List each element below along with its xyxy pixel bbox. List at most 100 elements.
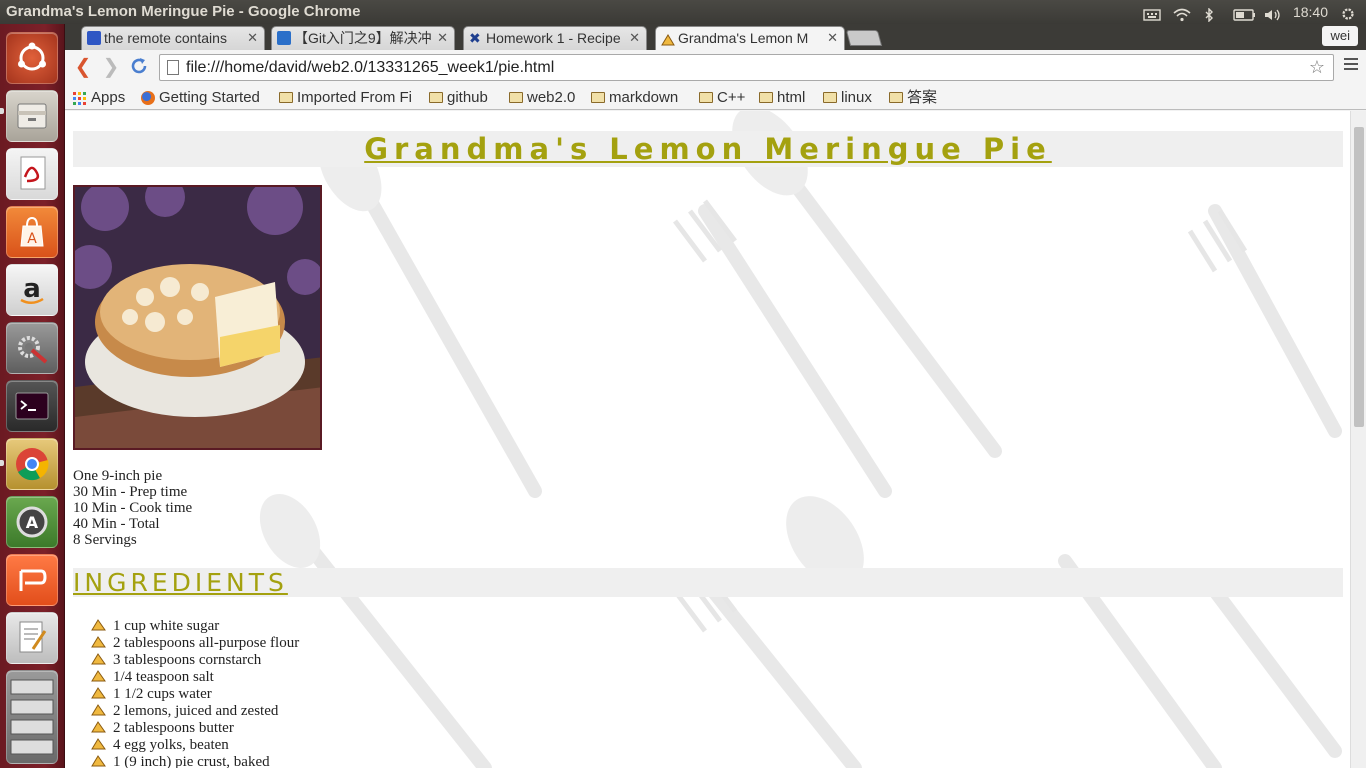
homework-icon: ✖ [469,30,481,46]
folder-icon [823,92,837,103]
bookmark-star-icon[interactable]: ☆ [1309,55,1325,80]
tab-grandmas-pie[interactable]: Grandma's Lemon M ✕ [655,26,845,50]
window-title: Grandma's Lemon Meringue Pie - Google Ch… [6,3,361,20]
folder-icon [429,92,443,103]
svg-text:a: a [23,274,41,304]
bookmark-imported[interactable]: Imported From Fi [277,86,412,110]
stat-cook-time: 10 Min - Cook time [73,500,193,516]
bookmark-markdown[interactable]: markdown [589,86,678,110]
ubuntu-dash-icon[interactable] [6,32,58,84]
list-item: 2 tablespoons all-purpose flour [89,635,299,652]
pie-bullet-icon [91,721,106,733]
scrollbar-thumb[interactable] [1354,127,1364,427]
bookmark-cpp[interactable]: C++ [697,86,745,110]
list-item: 1 1/2 cups water [89,686,299,703]
folder-icon [509,92,523,103]
profile-button[interactable]: wei [1322,26,1358,46]
svg-text:A: A [27,231,37,247]
launcher-running-indicator [0,108,4,114]
tab-remote-contains[interactable]: the remote contains ✕ [81,26,265,50]
address-bar[interactable]: file:///home/david/web2.0/13331265_week1… [159,54,1334,81]
tab-strip: the remote contains ✕ 【Git入门之9】解决冲 ✕ ✖ H… [65,24,1366,50]
chrome-menu-button[interactable] [1344,58,1358,73]
bookmark-linux[interactable]: linux [821,86,872,110]
firefox-icon [141,91,155,105]
svg-text:A: A [26,513,39,532]
list-item: 1 cup white sugar [89,618,299,635]
folder-icon [591,92,605,103]
paw-icon [87,31,101,45]
chrome-icon[interactable] [6,438,58,490]
clock[interactable]: 18:40 [1293,0,1328,24]
reload-button[interactable] [127,56,151,80]
files-icon[interactable] [6,90,58,142]
tab-label: the remote contains [104,30,227,46]
software-updater-icon[interactable]: A [6,496,58,548]
text-editor-icon[interactable] [6,612,58,664]
reader-icon [277,31,291,45]
bookmark-web2[interactable]: web2.0 [507,86,575,110]
page-icon [167,60,179,75]
software-center-icon[interactable]: A [6,206,58,258]
document-viewer-icon[interactable] [6,148,58,200]
battery-icon[interactable] [1233,5,1255,21]
close-tab-icon[interactable]: ✕ [629,27,640,49]
folder-icon [759,92,773,103]
amazon-icon[interactable]: a [6,264,58,316]
pie-bullet-icon [91,755,106,767]
list-item: 4 egg yolks, beaten [89,737,299,754]
launcher: A a A [0,24,65,768]
tab-git[interactable]: 【Git入门之9】解决冲 ✕ [271,26,455,50]
top-panel: Grandma's Lemon Meringue Pie - Google Ch… [0,0,1366,24]
stat-prep-time: 30 Min - Prep time [73,484,188,500]
tab-label: Grandma's Lemon M [678,30,809,46]
tab-label: Homework 1 - Recipe [486,30,621,46]
address-url: file:///home/david/web2.0/13331265_week1… [186,59,555,76]
pie-photo [73,185,322,450]
close-tab-icon[interactable]: ✕ [827,27,838,49]
browser-window: the remote contains ✕ 【Git入门之9】解决冲 ✕ ✖ H… [65,24,1366,768]
gear-icon[interactable] [1340,5,1358,20]
system-tray: 18:40 [1143,0,1358,24]
launcher-running-indicator [0,460,4,466]
bookmark-answers[interactable]: 答案 [887,86,937,110]
tab-homework[interactable]: ✖ Homework 1 - Recipe ✕ [463,26,647,50]
bookmarks-bar: Apps Getting Started Imported From Fi gi… [65,86,1366,110]
ingredients-heading: INGREDIENTS [73,568,288,597]
close-tab-icon[interactable]: ✕ [247,27,258,49]
bluetooth-icon[interactable] [1203,5,1221,23]
bookmark-github[interactable]: github [427,86,488,110]
folder-icon [889,92,903,103]
new-tab-button[interactable] [845,30,883,46]
pie-bullet-icon [91,619,106,631]
list-item: 3 tablespoons cornstarch [89,652,299,669]
recipe-stats: One 9-inch pie 30 Min - Prep time 10 Min… [73,468,192,548]
system-settings-icon[interactable] [6,322,58,374]
keyboard-icon[interactable] [1143,5,1161,21]
folder-icon [279,92,293,103]
page-viewport[interactable]: Grandma's Lemon Meringue Pie One 9-inch … [65,111,1366,768]
wps-presentation-icon[interactable] [6,554,58,606]
apps-icon [73,92,86,105]
vertical-scrollbar[interactable] [1350,111,1366,768]
heading-bar: Grandma's Lemon Meringue Pie [73,131,1343,167]
bookmark-apps[interactable]: Apps [71,86,125,110]
back-button[interactable]: ❮ [71,56,95,80]
tab-label: 【Git入门之9】解决冲 [294,30,432,46]
forward-button[interactable]: ❯ [99,56,123,80]
list-item: 2 tablespoons butter [89,720,299,737]
pie-bullet-icon [91,687,106,699]
volume-icon[interactable] [1263,5,1281,21]
bookmark-getting-started[interactable]: Getting Started [139,86,260,110]
bookmark-html[interactable]: html [757,86,805,110]
stat-total-time: 40 Min - Total [73,516,160,532]
workspace-switcher-icon[interactable] [6,670,58,764]
pie-bullet-icon [91,670,106,682]
close-tab-icon[interactable]: ✕ [437,27,448,49]
list-item: 1/4 teaspoon salt [89,669,299,686]
stat-yield: One 9-inch pie [73,468,163,484]
ingredients-list: 1 cup white sugar 2 tablespoons all-purp… [89,618,299,768]
toolbar: ❮ ❯ file:///home/david/web2.0/13331265_w… [65,50,1366,86]
terminal-icon[interactable] [6,380,58,432]
wifi-icon[interactable] [1173,5,1191,22]
